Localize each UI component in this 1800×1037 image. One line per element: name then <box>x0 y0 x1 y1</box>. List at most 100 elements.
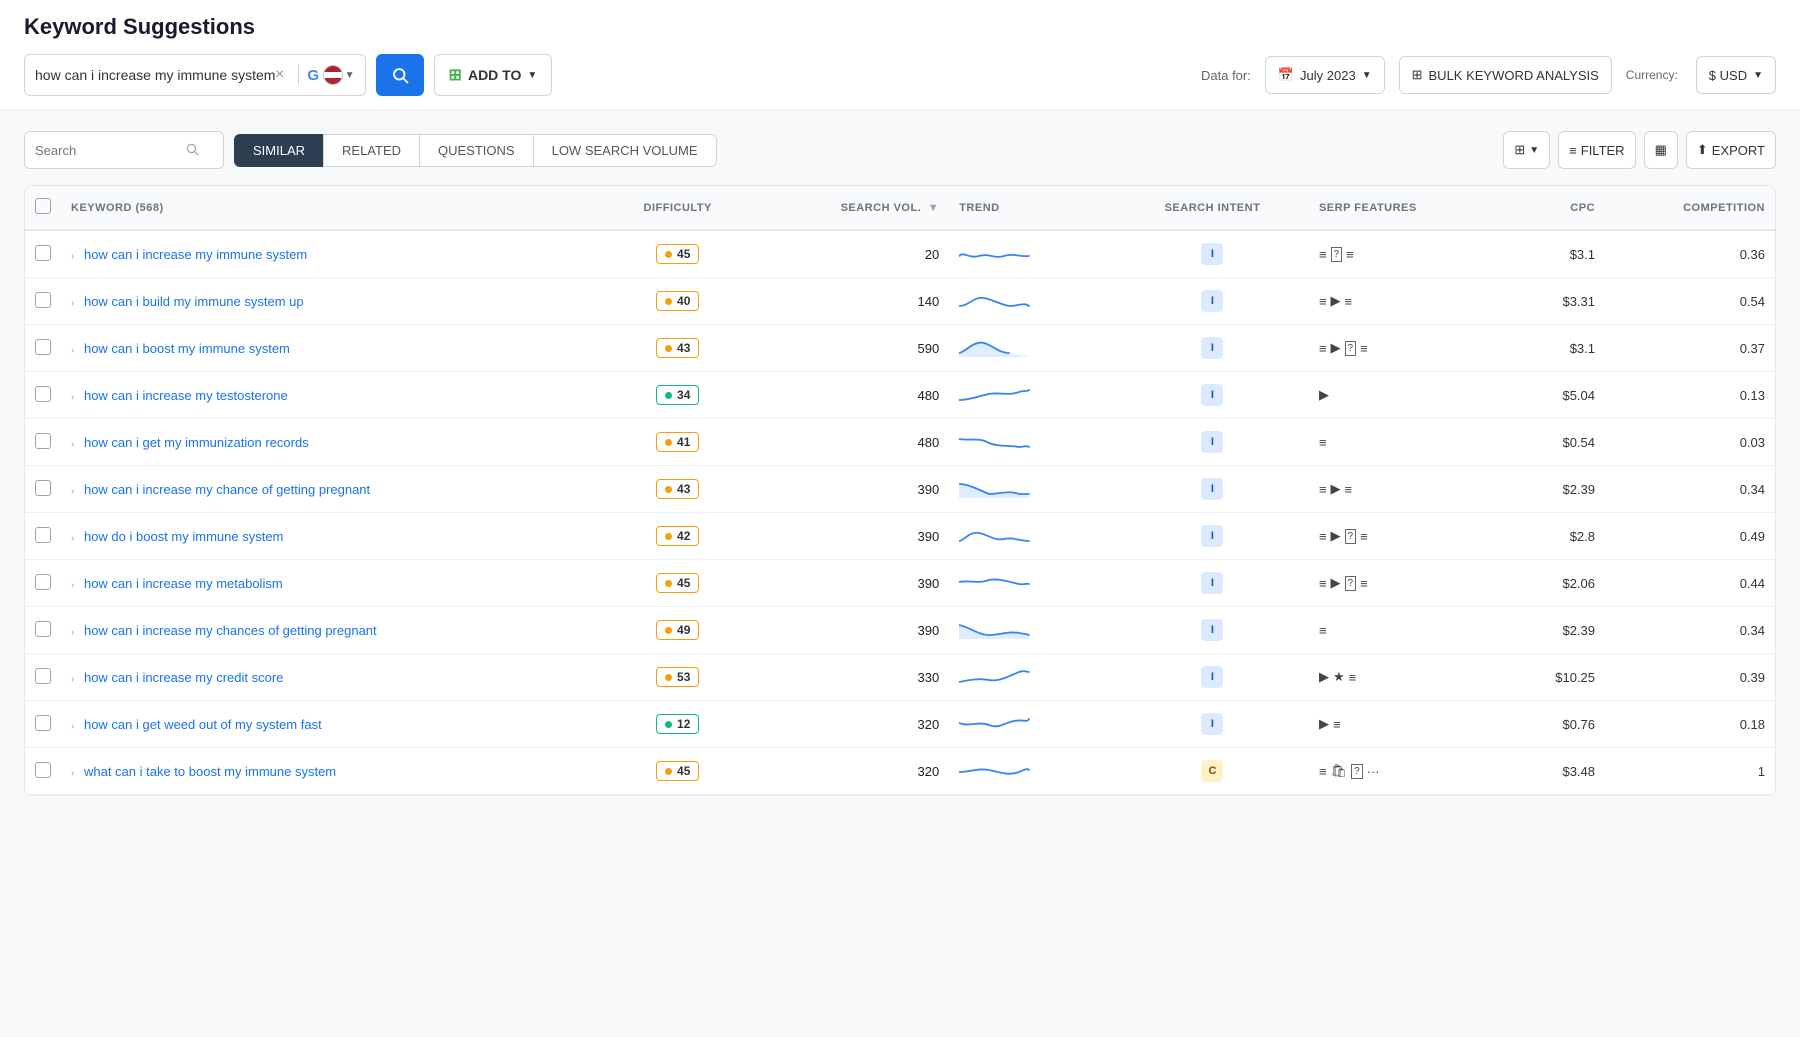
search-vol-column-header[interactable]: SEARCH VOL. ▼ <box>751 186 949 230</box>
row-checkbox-cell <box>25 278 61 325</box>
grid-icon: ▦ <box>1655 142 1667 158</box>
difficulty-cell: 40 <box>604 278 751 325</box>
keyword-cell: › how can i get my immunization records <box>61 419 604 466</box>
keyword-text[interactable]: how can i boost my immune system <box>84 341 290 356</box>
trend-sparkline <box>959 382 1039 408</box>
keyword-cell: › how can i increase my credit score <box>61 654 604 701</box>
search-intent-cell: I <box>1116 607 1309 654</box>
serp-video-icon: ▶ <box>1331 293 1341 309</box>
serp-video-icon: ▶ <box>1331 528 1341 544</box>
difficulty-badge: 43 <box>656 338 699 358</box>
expand-icon[interactable]: › <box>71 345 74 356</box>
expand-icon[interactable]: › <box>71 533 74 544</box>
keyword-text[interactable]: how can i increase my chance of getting … <box>84 482 370 497</box>
search-vol-cell: 390 <box>751 466 949 513</box>
clear-search-icon[interactable]: × <box>275 66 284 84</box>
intent-badge: I <box>1201 337 1223 359</box>
add-to-button[interactable]: ⊞ ADD TO ▼ <box>434 54 553 96</box>
currency-button[interactable]: $ USD ▼ <box>1696 56 1776 94</box>
keyword-text[interactable]: how do i boost my immune system <box>84 529 283 544</box>
expand-icon[interactable]: › <box>71 674 74 685</box>
row-checkbox[interactable] <box>35 292 51 308</box>
right-tools: ⊞ ▼ ≡ FILTER ▦ ⬆ EXPORT <box>1503 131 1776 169</box>
trend-sparkline <box>959 758 1039 784</box>
filter-label: FILTER <box>1581 143 1625 158</box>
bulk-keyword-button[interactable]: ⊞ BULK KEYWORD ANALYSIS <box>1399 56 1612 94</box>
columns-icon: ⊞ <box>1514 142 1525 158</box>
keyword-text[interactable]: how can i get my immunization records <box>84 435 309 450</box>
serp-list-icon: ≡ <box>1319 294 1327 309</box>
data-for-label: Data for: <box>1201 68 1251 83</box>
keyword-text[interactable]: how can i increase my immune system <box>84 247 307 262</box>
difficulty-badge: 41 <box>656 432 699 452</box>
row-checkbox[interactable] <box>35 668 51 684</box>
tab-group: SIMILAR RELATED QUESTIONS LOW SEARCH VOL… <box>234 134 717 167</box>
keywords-table: KEYWORD (568) DIFFICULTY SEARCH VOL. ▼ T… <box>25 186 1775 795</box>
tab-search-input[interactable] <box>35 143 185 158</box>
engine-dropdown-icon[interactable]: ▼ <box>345 70 355 81</box>
search-vol-cell: 480 <box>751 419 949 466</box>
search-button[interactable] <box>376 54 424 96</box>
row-checkbox[interactable] <box>35 433 51 449</box>
row-checkbox[interactable] <box>35 527 51 543</box>
expand-icon[interactable]: › <box>71 251 74 262</box>
expand-icon[interactable]: › <box>71 721 74 732</box>
row-checkbox[interactable] <box>35 762 51 778</box>
tab-similar[interactable]: SIMILAR <box>234 134 323 167</box>
expand-icon[interactable]: › <box>71 627 74 638</box>
serp-features-cell: ≡▶?≡ <box>1309 560 1505 607</box>
cpc-cell: $2.06 <box>1505 560 1605 607</box>
expand-icon[interactable]: › <box>71 298 74 309</box>
trend-cell <box>949 748 1116 795</box>
row-checkbox[interactable] <box>35 245 51 261</box>
row-checkbox[interactable] <box>35 480 51 496</box>
difficulty-cell: 42 <box>604 513 751 560</box>
serp-icons: ≡▶?≡ <box>1319 575 1495 591</box>
trend-sparkline <box>959 429 1039 455</box>
expand-icon[interactable]: › <box>71 768 74 779</box>
keyword-cell: › how can i get weed out of my system fa… <box>61 701 604 748</box>
keyword-column-header: KEYWORD (568) <box>61 186 604 230</box>
row-checkbox[interactable] <box>35 386 51 402</box>
tab-questions[interactable]: QUESTIONS <box>419 134 533 167</box>
export-button[interactable]: ⬆ EXPORT <box>1686 131 1776 169</box>
expand-icon[interactable]: › <box>71 580 74 591</box>
content-area: SIMILAR RELATED QUESTIONS LOW SEARCH VOL… <box>0 111 1800 816</box>
row-checkbox[interactable] <box>35 574 51 590</box>
row-checkbox-cell <box>25 466 61 513</box>
keyword-text[interactable]: what can i take to boost my immune syste… <box>84 764 336 779</box>
expand-icon[interactable]: › <box>71 486 74 497</box>
serp-star-icon: ★ <box>1333 669 1345 685</box>
competition-cell: 0.39 <box>1605 654 1775 701</box>
main-search-input[interactable] <box>35 67 275 83</box>
serp-icons: ≡▶≡ <box>1319 481 1495 497</box>
keyword-text[interactable]: how can i build my immune system up <box>84 294 304 309</box>
difficulty-dot <box>665 768 672 775</box>
expand-icon[interactable]: › <box>71 392 74 403</box>
currency-value: $ USD <box>1709 68 1747 83</box>
keyword-text[interactable]: how can i get weed out of my system fast <box>84 717 322 732</box>
row-checkbox-cell <box>25 325 61 372</box>
keyword-text[interactable]: how can i increase my chances of getting… <box>84 623 377 638</box>
row-checkbox-cell <box>25 654 61 701</box>
date-picker-button[interactable]: 📅 July 2023 ▼ <box>1265 56 1385 94</box>
row-checkbox[interactable] <box>35 339 51 355</box>
serp-icons: ≡ <box>1319 623 1495 638</box>
intent-badge: I <box>1201 525 1223 547</box>
row-checkbox-cell <box>25 748 61 795</box>
intent-badge: I <box>1201 478 1223 500</box>
row-checkbox[interactable] <box>35 715 51 731</box>
serp-features-cell: ≡▶≡ <box>1309 466 1505 513</box>
row-checkbox[interactable] <box>35 621 51 637</box>
keyword-text[interactable]: how can i increase my testosterone <box>84 388 288 403</box>
keyword-text[interactable]: how can i increase my metabolism <box>84 576 283 591</box>
tab-low-search-volume[interactable]: LOW SEARCH VOLUME <box>533 134 717 167</box>
search-vol-cell: 320 <box>751 701 949 748</box>
view-toggle-button[interactable]: ▦ <box>1644 131 1678 169</box>
columns-button[interactable]: ⊞ ▼ <box>1503 131 1550 169</box>
keyword-text[interactable]: how can i increase my credit score <box>84 670 283 685</box>
tab-related[interactable]: RELATED <box>323 134 419 167</box>
select-all-checkbox[interactable] <box>35 198 51 214</box>
expand-icon[interactable]: › <box>71 439 74 450</box>
filter-button[interactable]: ≡ FILTER <box>1558 131 1635 169</box>
